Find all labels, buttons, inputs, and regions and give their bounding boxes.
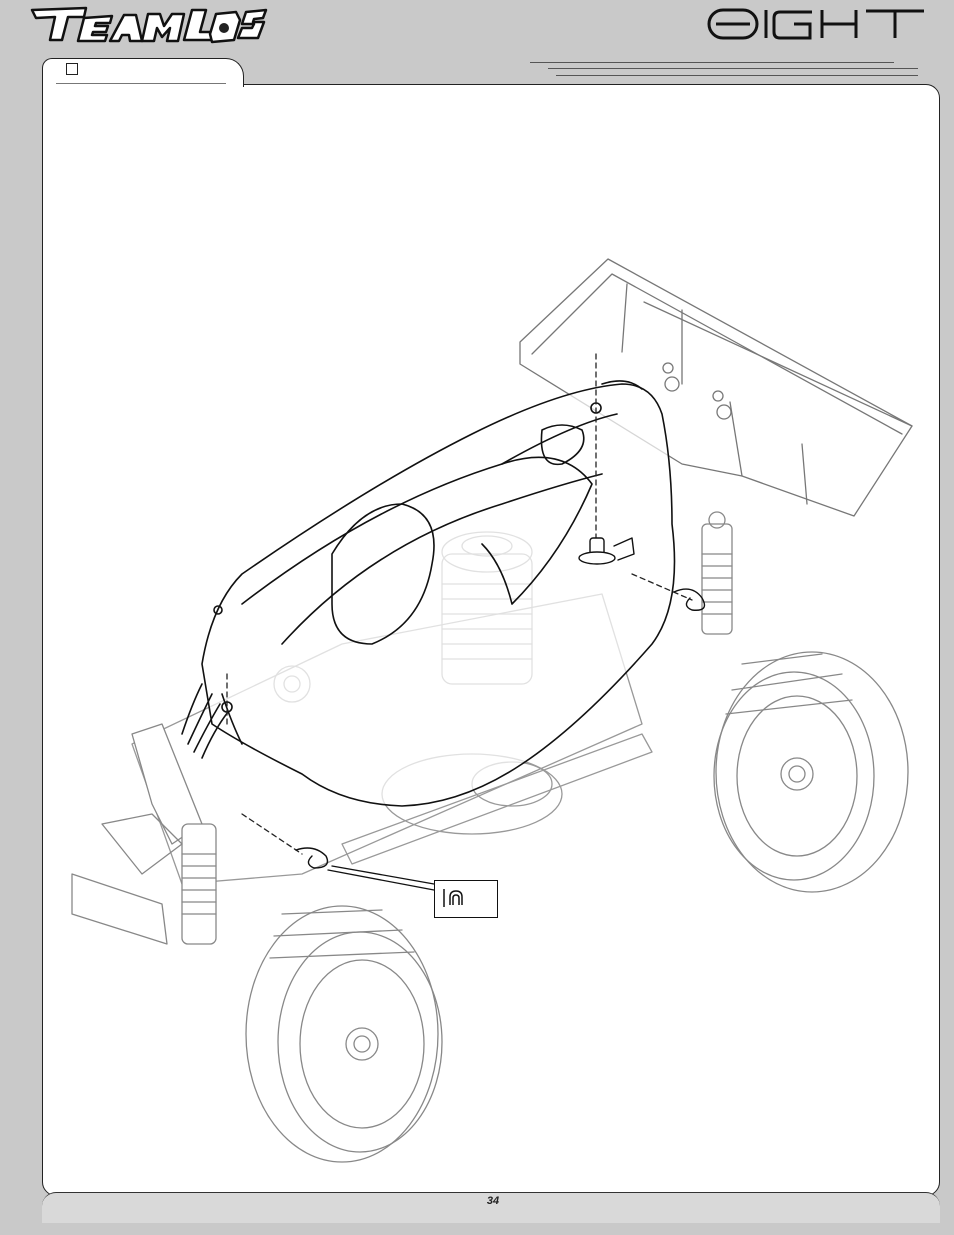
- rear-shock: [701, 511, 733, 635]
- buggy-body-mounting-drawing: [71, 258, 913, 1163]
- page-number: 34: [486, 1195, 500, 1207]
- callout-leader: [327, 865, 435, 891]
- rear-wheel: [713, 651, 909, 893]
- checkbox-icon[interactable]: [66, 63, 78, 75]
- header-rule: [530, 62, 894, 63]
- header-rule: [556, 75, 918, 76]
- header-rule: [548, 68, 918, 69]
- team-losi-logo: [30, 6, 268, 44]
- front-wheel: [245, 905, 443, 1163]
- body-clip-icon: [443, 889, 463, 907]
- body-clip-callout: [434, 880, 498, 918]
- eight-logo: [707, 8, 924, 40]
